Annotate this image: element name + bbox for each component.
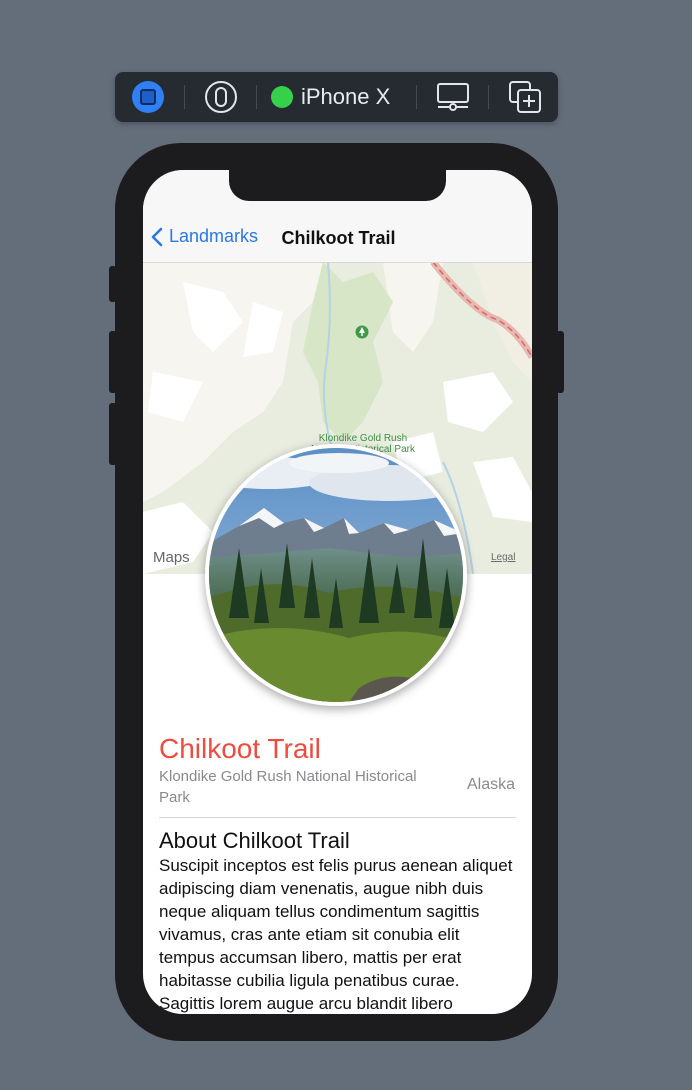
- map-legal-link[interactable]: Legal: [491, 552, 515, 563]
- divider: [159, 817, 516, 818]
- device-selector[interactable]: iPhone X: [271, 72, 399, 122]
- notch: [229, 170, 446, 201]
- toolbar-divider: [488, 85, 489, 109]
- state-name: Alaska: [466, 776, 515, 793]
- device-screen: Landmarks Chilkoot Trail Klondike Gold R…: [143, 170, 532, 1014]
- duplicate-preview-button[interactable]: [507, 72, 543, 122]
- live-preview-icon: [132, 81, 164, 113]
- toolbar-divider: [416, 85, 417, 109]
- about-description: Suscipit inceptos est felis purus aenean…: [159, 856, 513, 1013]
- landmark-title: Chilkoot Trail: [159, 733, 321, 764]
- nav-title: Chilkoot Trail: [281, 228, 396, 248]
- maps-logo: Maps: [153, 549, 190, 566]
- device-settings-icon: [437, 83, 469, 111]
- status-dot-icon: [271, 86, 293, 108]
- pin-icon: [205, 81, 237, 113]
- pin-button[interactable]: [203, 72, 239, 122]
- toolbar-divider: [256, 85, 257, 109]
- live-preview-button[interactable]: [131, 72, 165, 122]
- landmark-image: [209, 448, 463, 702]
- duplicate-preview-icon: [509, 81, 541, 113]
- park-name: Klondike Gold Rush National Historical P…: [159, 768, 417, 806]
- landmark-image-frame: [205, 444, 467, 706]
- device-settings-button[interactable]: [435, 72, 471, 122]
- about-heading: About Chilkoot Trail: [159, 828, 350, 853]
- device-name: iPhone X: [301, 84, 391, 109]
- preview-toolbar: iPhone X: [115, 72, 558, 122]
- toolbar-divider: [184, 85, 185, 109]
